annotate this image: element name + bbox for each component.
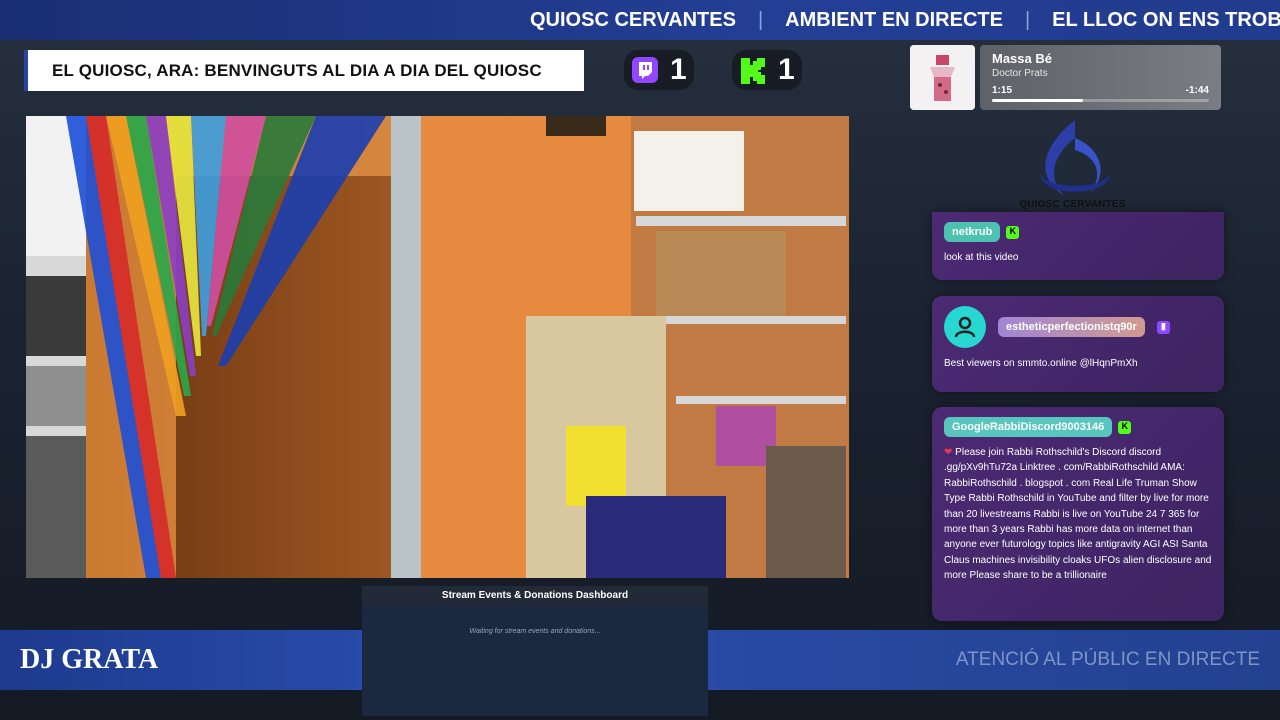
chat-text: look at this video xyxy=(944,252,1019,263)
headline-banner: EL QUIOSC, ARA: BENVINGUTS AL DIA A DIA … xyxy=(24,50,584,91)
track-title: Massa Bé xyxy=(992,51,1052,66)
track-times: 1:15 -1:44 xyxy=(992,85,1209,96)
chat-message: netkrub K look at this video xyxy=(932,212,1224,280)
chat-message: estheticperfectionistq90r ▮ Best viewers… xyxy=(932,296,1224,392)
dashboard-title: Stream Events & Donations Dashboard xyxy=(362,586,708,606)
chat-username: estheticperfectionistq90r xyxy=(998,317,1145,337)
track-artist: Doctor Prats xyxy=(992,68,1048,79)
donations-dashboard: Stream Events & Donations Dashboard Wait… xyxy=(362,586,708,716)
brand-logo-text: QUIOSC CERVANTES xyxy=(1019,199,1126,210)
chat-text: ❤ Please join Rabbi Rothschild's Discord… xyxy=(944,445,1212,584)
track-panel: Massa Bé Doctor Prats 1:15 -1:44 xyxy=(980,45,1221,110)
chat-message: GoogleRabbiDiscord9003146 K ❤ Please joi… xyxy=(932,407,1224,621)
ticker-item: EL LLOC ON ENS TROBEM xyxy=(1052,8,1280,31)
brand-logo xyxy=(1040,120,1110,196)
chat-username: GoogleRabbiDiscord9003146 xyxy=(944,417,1113,437)
kick-icon xyxy=(741,58,765,84)
ticker-item: QUIOSC CERVANTES xyxy=(530,8,736,31)
ticker-track: QUIOSC CERVANTES | AMBIENT EN DIRECTE | … xyxy=(530,0,1280,40)
bottom-left-bar: DJ GRATA xyxy=(0,630,362,690)
camera-feed xyxy=(26,116,849,578)
kick-viewer-counter: 1 xyxy=(732,50,802,90)
chat-username: netkrub xyxy=(944,222,1001,242)
kick-badge-icon: K xyxy=(1006,225,1020,239)
dashboard-status: Waiting for stream events and donations.… xyxy=(362,606,708,716)
ticker-item: AMBIENT EN DIRECTE xyxy=(785,8,1003,31)
track-progress-bar xyxy=(992,99,1209,102)
ticker-separator: | xyxy=(1024,8,1031,31)
twitch-badge-icon: ▮ xyxy=(1156,320,1170,334)
heart-icon: ❤ xyxy=(944,447,953,458)
album-art xyxy=(910,45,975,110)
ticker-separator: | xyxy=(757,8,764,31)
bottom-right-bar: ATENCIÓ AL PÚBLIC EN DIRECTE xyxy=(708,630,1280,690)
chat-user-row: estheticperfectionistq90r ▮ xyxy=(944,306,1212,348)
chat-user-row: GoogleRabbiDiscord9003146 K xyxy=(944,417,1212,437)
chat-text: Best viewers on smmto.online @lHqnPmXh xyxy=(944,358,1138,369)
remaining-time: -1:44 xyxy=(1185,85,1209,96)
twitch-icon xyxy=(632,57,658,83)
dj-name: DJ GRATA xyxy=(20,644,159,675)
chat-user-row: netkrub K xyxy=(944,222,1212,242)
twitch-viewer-count: 1 xyxy=(670,53,687,86)
top-ticker: QUIOSC CERVANTES | AMBIENT EN DIRECTE | … xyxy=(0,0,1280,40)
camera-feed-image xyxy=(26,116,849,578)
kick-badge-icon: K xyxy=(1118,420,1132,434)
public-notice: ATENCIÓ AL PÚBLIC EN DIRECTE xyxy=(955,649,1260,670)
avatar xyxy=(944,306,986,348)
now-playing-widget: Massa Bé Doctor Prats 1:15 -1:44 xyxy=(910,45,1221,110)
chat-message-body: Please join Rabbi Rothschild's Discord d… xyxy=(944,447,1212,582)
user-icon xyxy=(954,316,976,338)
track-progress-fill xyxy=(992,99,1084,102)
kick-viewer-count: 1 xyxy=(778,53,795,86)
elapsed-time: 1:15 xyxy=(992,85,1013,96)
twitch-viewer-counter: 1 xyxy=(624,50,694,90)
